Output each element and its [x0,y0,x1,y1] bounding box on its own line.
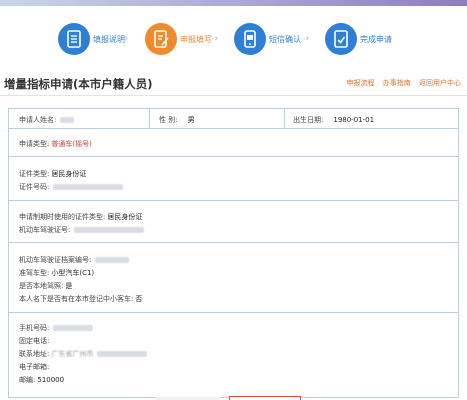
apply-type-row: 申请类型: 普通车(摇号) [9,129,458,157]
driving-license-section: 机动车驾驶证档案编号: 准驾车型: 小型汽车(C1) 是否本地驾照: 是 本人名下是… [9,243,458,313]
step-complete: 完成申请 [325,22,392,56]
link-guide[interactable]: 办事指南 [383,79,411,87]
check-document-icon [325,23,357,55]
redacted-value [74,227,145,233]
page-header: 增量指标申请(本市户籍人员) 申报流程 办事指南 返回用户中心 [0,72,467,96]
basic-info-row: 申请人姓名: 性 别: 男 出生日期: 1980-01-01 [9,109,458,129]
apply-type-field: 申请类型: 普通车(摇号) [19,140,92,148]
page-title: 增量指标申请(本市户籍人员) [4,77,153,91]
redacted-value [53,325,94,331]
id-info-section: 证件类型: 居民身份证 证件号码: [9,157,458,201]
link-apply-process[interactable]: 申报流程 [347,79,375,87]
birth-date-field: 出生日期: 1980-01-01 [293,116,375,124]
arrow-right-icon: › [113,34,128,44]
email-field: 电子邮箱: [19,363,50,371]
redacted-value [97,351,148,357]
applicant-name-field: 申请人姓名: [19,115,75,125]
link-user-center[interactable]: 返回用户中心 [419,79,461,87]
apply-id-type-field: 申请制期时使用的证件类型: 居民身份证 [19,213,143,221]
phone-field: 手机号码: [19,323,94,333]
progress-steps: 填报说明 › 申报填写 › 短信确认 › 完成申请 [0,14,467,66]
redacted-value [95,257,130,263]
local-license-field: 是否本地驾照: 是 [19,282,73,290]
contact-section: 手机号码: 固定电话: 联系地址: 广东省广州市 电子邮箱: 邮编: 510000 [9,313,458,399]
document-icon [58,23,90,55]
submit-button[interactable] [229,396,301,400]
license-id-section: 申请制期时使用的证件类型: 居民身份证 机动车驾驶证号: [9,201,458,243]
landline-field: 固定电话: [19,337,50,345]
redacted-value [60,117,75,123]
id-type-field: 证件类型: 居民身份证 [19,170,87,178]
step-sms-confirm: 短信确认 [234,22,301,56]
registered-car-field: 本人名下是否有在本市登记中小客车: 否 [19,295,143,303]
step-label: 完成申请 [360,34,392,44]
archive-number-field: 机动车驾驶证档案编号: [19,255,130,265]
redacted-value [53,184,124,190]
edit-document-icon [145,23,177,55]
vehicle-class-field: 准驾车型: 小型汽车(C1) [19,269,95,277]
arrow-right-icon: › [203,34,218,44]
top-banner-strip [0,0,467,6]
id-number-field: 证件号码: [19,182,124,192]
zip-code-field: 邮编: 510000 [19,376,65,384]
step-fill-application: 申报填写 [145,22,212,56]
arrow-right-icon: › [294,34,309,44]
header-links: 申报流程 办事指南 返回用户中心 [341,78,461,88]
license-number-field: 机动车驾驶证号: [19,225,145,235]
gender-field: 性 别: 男 [159,116,195,124]
application-form: 申请人姓名: 性 别: 男 出生日期: 1980-01-01 申请类型: 普通车(摇号… [8,108,459,398]
phone-message-icon [234,23,266,55]
address-field: 联系地址: 广东省广州市 [19,349,148,359]
